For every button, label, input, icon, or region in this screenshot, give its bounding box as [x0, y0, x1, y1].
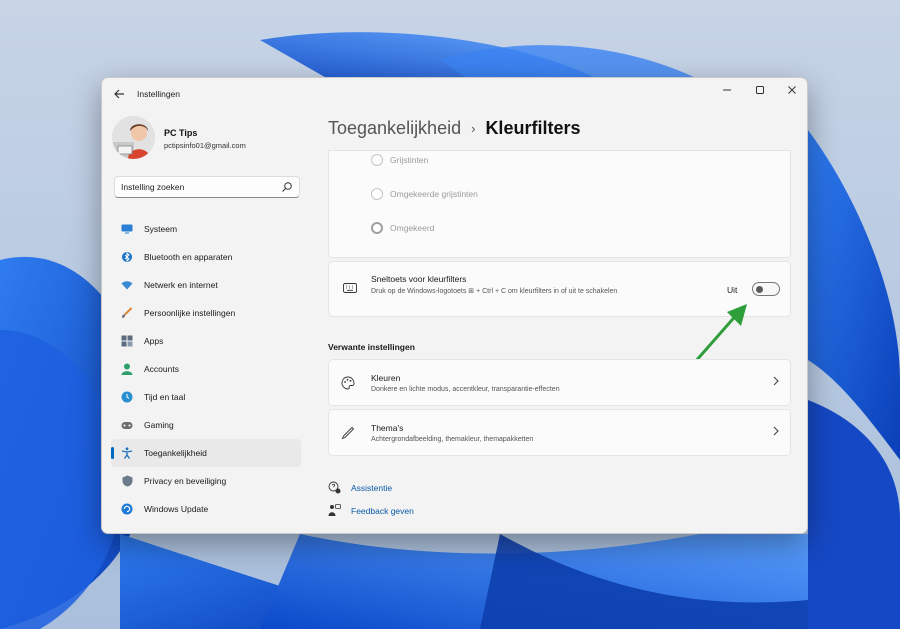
sidebar-nav: Systeem Bluetooth en apparaten Netwerk e…	[111, 215, 301, 523]
avatar[interactable]	[112, 116, 155, 159]
sidebar-item-bluetooth[interactable]: Bluetooth en apparaten	[111, 243, 301, 271]
radio-label: Omgekeerde grijstinten	[390, 189, 478, 199]
color-filter-options: Grijstinten Omgekeerde grijstinten Omgek…	[328, 150, 791, 258]
breadcrumb-separator: ›	[471, 121, 476, 136]
pen-icon	[341, 426, 355, 440]
title-bar: Instellingen	[102, 78, 807, 110]
bluetooth-icon	[121, 251, 133, 263]
sidebar-item-tijd-en-taal[interactable]: Tijd en taal	[111, 383, 301, 411]
radio-button[interactable]	[371, 188, 383, 200]
minimize-button[interactable]	[710, 80, 744, 100]
sidebar-item-label: Persoonlijke instellingen	[144, 308, 236, 318]
sidebar-item-accounts[interactable]: Accounts	[111, 355, 301, 383]
help-chat-icon	[328, 481, 341, 494]
annotation-arrow-icon	[693, 304, 747, 364]
sidebar-item-label: Bluetooth en apparaten	[144, 252, 233, 262]
profile-name: PC Tips	[164, 128, 198, 138]
close-icon	[788, 86, 796, 94]
search-input[interactable]: Instelling zoeken	[121, 182, 184, 192]
sidebar-item-label: Windows Update	[144, 504, 209, 514]
radio-omgekeerd[interactable]: Omgekeerd	[371, 222, 434, 234]
maximize-button[interactable]	[743, 80, 777, 100]
app-title: Instellingen	[137, 89, 181, 99]
sidebar-item-label: Toegankelijkheid	[144, 448, 207, 458]
update-icon	[121, 503, 133, 515]
radio-omgekeerde-grijstinten[interactable]: Omgekeerde grijstinten	[371, 188, 478, 200]
related-item-description: Achtergrondafbeelding, themakleur, thema…	[371, 436, 534, 443]
related-item-title: Kleuren	[371, 373, 401, 383]
related-item-description: Donkere en lichte modus, accentkleur, tr…	[371, 386, 560, 393]
search-icon[interactable]	[281, 181, 293, 193]
radio-button[interactable]	[371, 154, 383, 166]
keyboard-icon	[343, 283, 357, 293]
sidebar-item-systeem[interactable]: Systeem	[111, 215, 301, 243]
feedback-link[interactable]: Feedback geven	[328, 504, 414, 517]
sidebar-item-label: Accounts	[144, 364, 179, 374]
toggle-knob	[756, 286, 763, 293]
sidebar-item-label: Apps	[144, 336, 164, 346]
sidebar-item-label: Gaming	[144, 420, 174, 430]
feedback-icon	[328, 504, 341, 517]
sidebar-item-netwerk[interactable]: Netwerk en internet	[111, 271, 301, 299]
arrow-left-icon	[114, 89, 124, 99]
sidebar-item-apps[interactable]: Apps	[111, 327, 301, 355]
avatar-image	[112, 116, 155, 159]
toggle-state-label: Uit	[727, 285, 738, 295]
related-themas[interactable]: Thema's Achtergrondafbeelding, themakleu…	[328, 409, 791, 456]
person-icon	[121, 363, 133, 375]
radio-label: Grijstinten	[390, 155, 429, 165]
sidebar-item-toegankelijkheid[interactable]: Toegankelijkheid	[111, 439, 301, 467]
related-settings-heading: Verwante instellingen	[328, 342, 415, 352]
palette-icon	[341, 376, 355, 390]
radio-label: Omgekeerd	[390, 223, 435, 233]
assistance-label[interactable]: Assistentie	[351, 483, 392, 493]
brush-icon	[121, 307, 133, 319]
globe-clock-icon	[121, 391, 133, 403]
feedback-label[interactable]: Feedback geven	[351, 506, 414, 516]
related-item-title: Thema's	[371, 423, 404, 433]
maximize-icon	[756, 86, 764, 94]
sidebar-item-windows-update[interactable]: Windows Update	[111, 495, 301, 523]
gamepad-icon	[121, 419, 133, 431]
wifi-icon	[121, 279, 133, 291]
back-button[interactable]	[110, 85, 128, 103]
sidebar-item-label: Tijd en taal	[144, 392, 186, 402]
breadcrumb-parent[interactable]: Toegankelijkheid	[328, 118, 461, 139]
sidebar-item-label: Netwerk en internet	[144, 280, 218, 290]
radio-grijstinten[interactable]: Grijstinten	[371, 154, 428, 166]
sidebar-item-persoonlijke-instellingen[interactable]: Persoonlijke instellingen	[111, 299, 301, 327]
shield-icon	[121, 475, 133, 487]
assistance-link[interactable]: Assistentie	[328, 481, 392, 494]
accessibility-icon	[121, 447, 133, 459]
chevron-right-icon	[773, 376, 779, 386]
shortcut-description: Druk op de Windows-logotoets ⊞ + Ctrl + …	[371, 288, 618, 295]
minimize-icon	[723, 89, 731, 91]
breadcrumb: Toegankelijkheid › Kleurfilters	[328, 118, 580, 139]
related-kleuren[interactable]: Kleuren Donkere en lichte modus, accentk…	[328, 359, 791, 406]
settings-window: Instellingen PC Tips pctipsinfo01@gmail.…	[101, 77, 808, 534]
search-box[interactable]: Instelling zoeken	[114, 176, 300, 198]
shortcut-toggle[interactable]	[752, 282, 780, 296]
shortcut-title: Sneltoets voor kleurfilters	[371, 274, 467, 284]
radio-button-selected[interactable]	[371, 222, 383, 234]
chevron-right-icon	[773, 426, 779, 436]
sidebar-item-gaming[interactable]: Gaming	[111, 411, 301, 439]
profile-email: pctipsinfo01@gmail.com	[164, 141, 246, 150]
apps-icon	[121, 335, 133, 347]
sidebar-item-privacy[interactable]: Privacy en beveiliging	[111, 467, 301, 495]
sidebar-item-label: Systeem	[144, 224, 178, 234]
sidebar-item-label: Privacy en beveiliging	[144, 476, 227, 486]
monitor-icon	[121, 223, 133, 235]
page-title: Kleurfilters	[485, 118, 581, 138]
close-button[interactable]	[775, 80, 807, 100]
